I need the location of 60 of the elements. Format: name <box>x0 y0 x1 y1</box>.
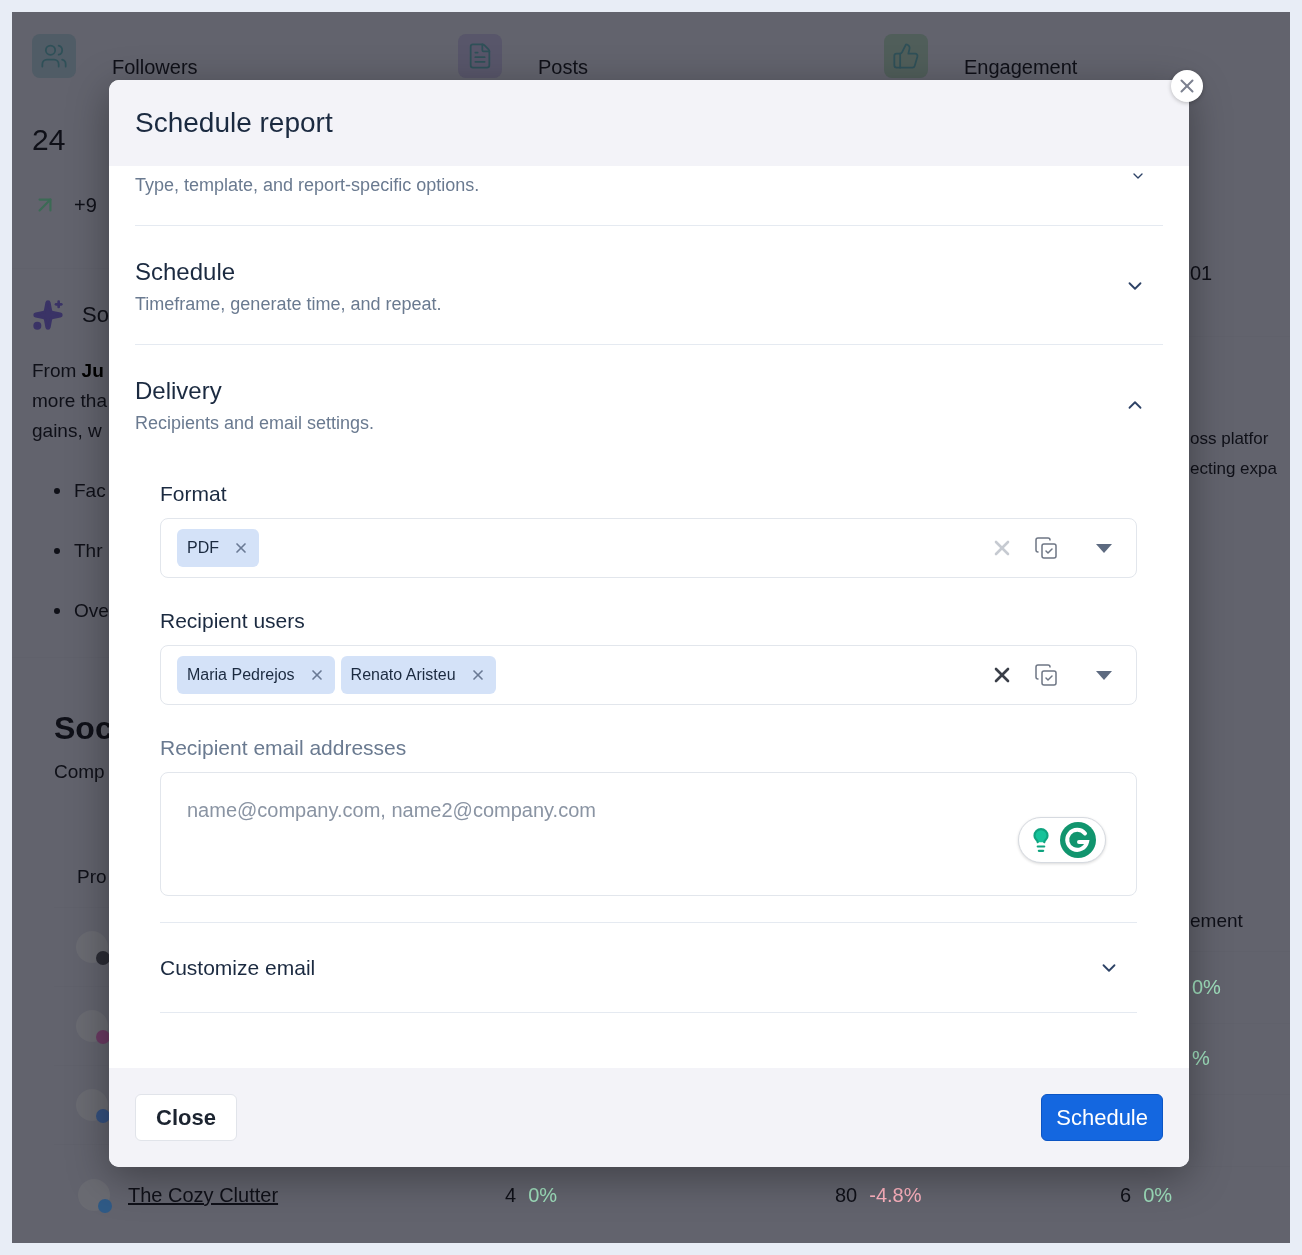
section-title: Delivery <box>135 376 223 406</box>
stat-label: Followers <box>112 56 198 78</box>
bullet-text: Ove <box>74 600 109 622</box>
summary-text: gains, w <box>32 419 102 443</box>
metric-value: 80 <box>835 1183 858 1207</box>
summary-text: ecting expa <box>1190 457 1277 480</box>
change-value: 0% <box>1143 1183 1173 1207</box>
sparkle-icon <box>32 299 64 331</box>
document-icon <box>458 34 502 78</box>
bullet-dot <box>54 548 60 554</box>
close-button[interactable] <box>1171 70 1203 102</box>
summary-text: oss platfor <box>1190 427 1269 450</box>
stat-change: 01 <box>1190 261 1213 285</box>
stat-value: 24 <box>32 122 66 158</box>
thumbs-up-icon <box>884 34 928 78</box>
bullet-text: Fac <box>74 480 106 502</box>
summary-title: So <box>82 302 109 328</box>
people-icon <box>32 34 76 78</box>
column-header: ement <box>1190 908 1243 933</box>
multi-select-field[interactable]: Maria Pedrejos Renato Aristeu <box>160 645 1137 705</box>
section-description: Recipients and email settings. <box>135 412 375 434</box>
tag-label: Renato Aristeu <box>350 666 456 684</box>
section-subtitle: Comp <box>54 760 105 784</box>
multi-select-field[interactable]: PDF <box>160 518 1137 578</box>
section-description: Timeframe, generate time, and repeat. <box>135 293 442 315</box>
tag-label: PDF <box>187 539 219 557</box>
caret-icon[interactable] <box>1096 543 1112 553</box>
bullet-dot <box>54 488 60 494</box>
change-value: % <box>1192 1047 1210 1071</box>
change-value: -4.8% <box>869 1183 922 1207</box>
stat-label: Posts <box>538 56 589 78</box>
change-value: 0% <box>1192 975 1221 999</box>
field-label: Recipient users <box>160 608 306 634</box>
stat-change: +9 <box>74 193 97 217</box>
summary-text: From Ju <box>32 359 104 383</box>
metric-value: 6 <box>1120 1183 1132 1207</box>
dialog-title: Schedule report <box>135 107 333 139</box>
bullet-dot <box>54 608 60 614</box>
tag-label: Maria Pedrejos <box>187 666 295 684</box>
select-all-icon[interactable] <box>1034 536 1058 560</box>
change-value: 0% <box>528 1183 558 1207</box>
field-label: Recipient email addresses <box>160 735 408 761</box>
column-header: Pro <box>77 865 107 889</box>
field-label: Format <box>160 481 228 507</box>
schedule-button[interactable]: Schedule <box>1041 1094 1163 1141</box>
g-logo-icon <box>1060 822 1096 858</box>
section-description: Type, template, and report-specific options. <box>135 174 480 196</box>
remove-icon[interactable] <box>233 540 249 556</box>
bullet-text: Thr <box>74 540 103 562</box>
section-title: Soc <box>54 709 113 747</box>
section-title: Schedule <box>135 257 237 287</box>
email-input-field[interactable]: name@company.com, name2@company.com <box>160 772 1137 896</box>
summary-text: more tha <box>32 389 107 413</box>
writing-assistant-widget[interactable] <box>1018 817 1106 863</box>
metric-value: 4 <box>505 1183 517 1207</box>
close-button[interactable]: Close <box>135 1094 237 1141</box>
section-title: Customize email <box>160 955 316 980</box>
select-all-icon[interactable] <box>1034 663 1058 687</box>
caret-icon[interactable] <box>1096 670 1112 680</box>
stat-label: Engagement <box>964 56 1078 78</box>
